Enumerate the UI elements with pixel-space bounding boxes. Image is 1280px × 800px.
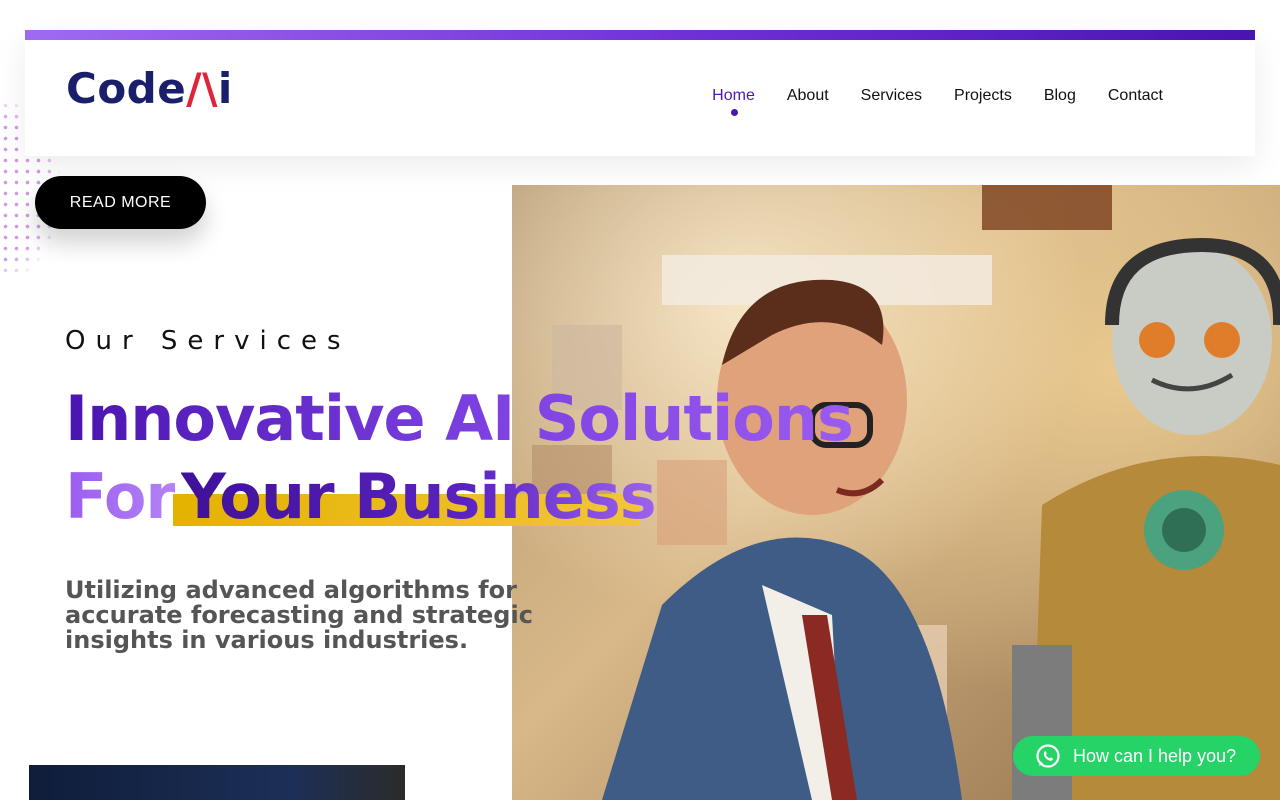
headline-business: Your Business [181, 460, 657, 533]
section-eyebrow: Our Services [65, 326, 351, 356]
chat-label: How can I help you? [1073, 745, 1237, 766]
headline-line-1: Innovative AI Solutions [65, 380, 865, 458]
nav-item-contact[interactable]: Contact [1108, 86, 1163, 106]
nav-item-home[interactable]: Home [712, 86, 755, 116]
header-accent-bar [25, 30, 1255, 40]
site-logo[interactable]: Code/\i [66, 64, 233, 114]
logo-text-code: Code [66, 64, 187, 113]
whatsapp-icon [1036, 744, 1060, 768]
logo-text-lambda: /\ [186, 64, 218, 113]
nav-item-blog[interactable]: Blog [1044, 86, 1076, 106]
headline-for: For [65, 460, 176, 533]
nav-item-about[interactable]: About [787, 86, 829, 106]
hero-headline: Innovative AI Solutions ForYour Business [65, 380, 865, 536]
logo-text-i: i [217, 64, 233, 113]
nav-item-projects[interactable]: Projects [954, 86, 1012, 106]
read-more-button[interactable]: READ MORE [35, 176, 206, 229]
hero-description: Utilizing advanced algorithms for accura… [65, 576, 533, 654]
headline-line-2: ForYour Business [65, 458, 865, 536]
site-header: Code/\i Home About Services Projects Blo… [25, 30, 1255, 156]
whatsapp-chat-button[interactable]: How can I help you? [1013, 736, 1260, 776]
main-nav: Home About Services Projects Blog Contac… [712, 86, 1163, 116]
preview-image-card [29, 765, 405, 800]
nav-item-services[interactable]: Services [861, 86, 922, 106]
